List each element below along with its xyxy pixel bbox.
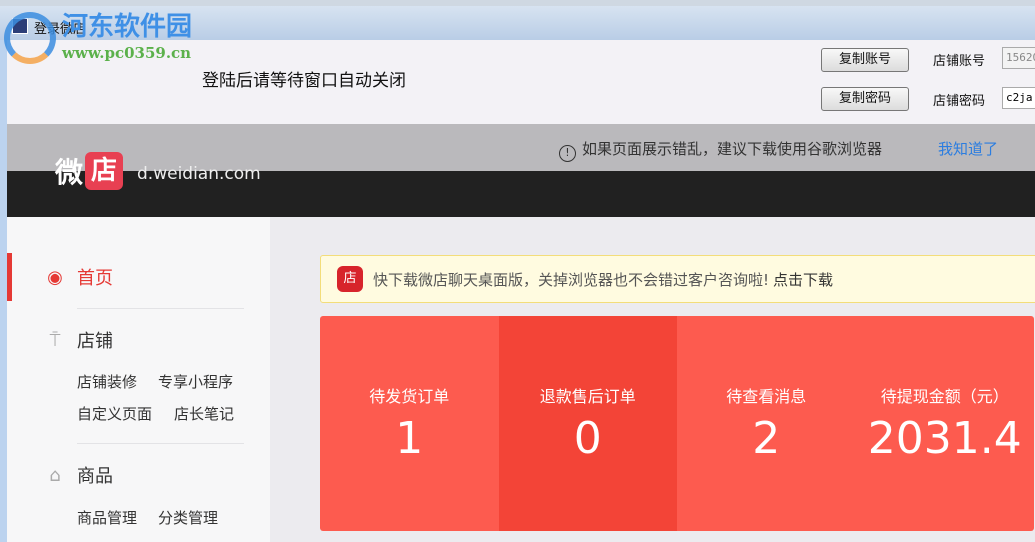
- watermark-logo-icon: [4, 12, 56, 64]
- brand-wei: 微: [55, 156, 84, 189]
- brush-icon: ⍑: [49, 329, 61, 351]
- stat-label: 待提现金额（元）: [880, 387, 1009, 406]
- sidebar-sub-decoration[interactable]: 店铺装修: [77, 371, 137, 392]
- account-label: 店铺账号: [933, 54, 986, 69]
- stat-withdrawable-amount[interactable]: 待提现金额（元） 2031.4: [856, 316, 1035, 531]
- stat-unread-messages[interactable]: 待查看消息 2: [677, 316, 856, 531]
- sidebar-sub-miniprogram[interactable]: 专享小程序: [158, 371, 233, 392]
- sidebar-item-label: 首页: [77, 268, 113, 289]
- sidebar-item-home[interactable]: ◉ 首页: [7, 253, 270, 301]
- main-content: 店 快下载微店聊天桌面版，关掉浏览器也不会错过客户咨询啦! 点击下载 待发货订单…: [270, 217, 1035, 542]
- stat-value: 0: [573, 413, 602, 464]
- sidebar-item-label: 商品: [77, 466, 113, 487]
- brand-url: d.weidian.com: [137, 164, 261, 184]
- sidebar: ◉ 首页 ⍑ 店铺 店铺装修 专享小程序 自定义页面 店长笔记 ⌂ 商品 商品管理 分…: [7, 217, 270, 542]
- download-banner: 店 快下载微店聊天桌面版，关掉浏览器也不会错过客户咨询啦! 点击下载: [320, 255, 1035, 303]
- account-field[interactable]: 15620: [1002, 47, 1035, 69]
- sidebar-item-goods[interactable]: ⌂ 商品: [7, 451, 270, 499]
- window-border: [0, 40, 7, 542]
- tag-icon: ⌂: [49, 464, 61, 486]
- eye-icon: ◉: [47, 266, 63, 288]
- copy-account-button[interactable]: 复制账号: [821, 48, 909, 72]
- sidebar-sub-category-manage[interactable]: 分类管理: [158, 507, 218, 528]
- chat-app-icon: 店: [337, 266, 363, 292]
- divider: [77, 443, 244, 444]
- stats-panel: 待发货订单 1 退款售后订单 0 待查看消息 2 待提现金额（元） 2031.4: [320, 316, 1034, 531]
- notice-message: 如果页面展示错乱，建议下载使用谷歌浏览器: [582, 140, 883, 158]
- stat-pending-shipment[interactable]: 待发货订单 1: [320, 316, 499, 531]
- sidebar-sub-notes[interactable]: 店长笔记: [174, 403, 234, 424]
- brand-dian: 店: [85, 152, 124, 190]
- sidebar-item-label: 店铺: [77, 331, 113, 352]
- dismiss-notice-link[interactable]: 我知道了: [938, 138, 998, 159]
- download-link[interactable]: 点击下载: [773, 269, 833, 290]
- stat-label: 退款售后订单: [539, 387, 636, 406]
- password-label: 店铺密码: [933, 94, 986, 109]
- info-icon: !: [559, 145, 576, 162]
- divider: [77, 308, 244, 309]
- watermark-name: 河东软件园: [62, 12, 193, 42]
- stat-value: 2: [752, 413, 781, 464]
- password-field[interactable]: c2ja: [1002, 87, 1035, 109]
- sidebar-item-shop[interactable]: ⍑ 店铺: [7, 316, 270, 364]
- stat-label: 待查看消息: [726, 387, 807, 406]
- stat-value: 1: [395, 413, 424, 464]
- login-hint: 登陆后请等待窗口自动关闭: [202, 71, 406, 91]
- sidebar-sub-custom-page[interactable]: 自定义页面: [77, 403, 152, 424]
- banner-text: 快下载微店聊天桌面版，关掉浏览器也不会错过客户咨询啦!: [373, 270, 770, 289]
- stat-value: 2031.4: [867, 413, 1022, 464]
- watermark-url: www.pc0359.cn: [62, 44, 192, 62]
- brand-logo[interactable]: 微 店 d.weidian.com: [55, 151, 261, 191]
- stat-refund-orders[interactable]: 退款售后订单 0: [498, 316, 677, 531]
- sidebar-sub-goods-manage[interactable]: 商品管理: [77, 507, 137, 528]
- stat-label: 待发货订单: [369, 387, 450, 406]
- copy-password-button[interactable]: 复制密码: [821, 87, 909, 111]
